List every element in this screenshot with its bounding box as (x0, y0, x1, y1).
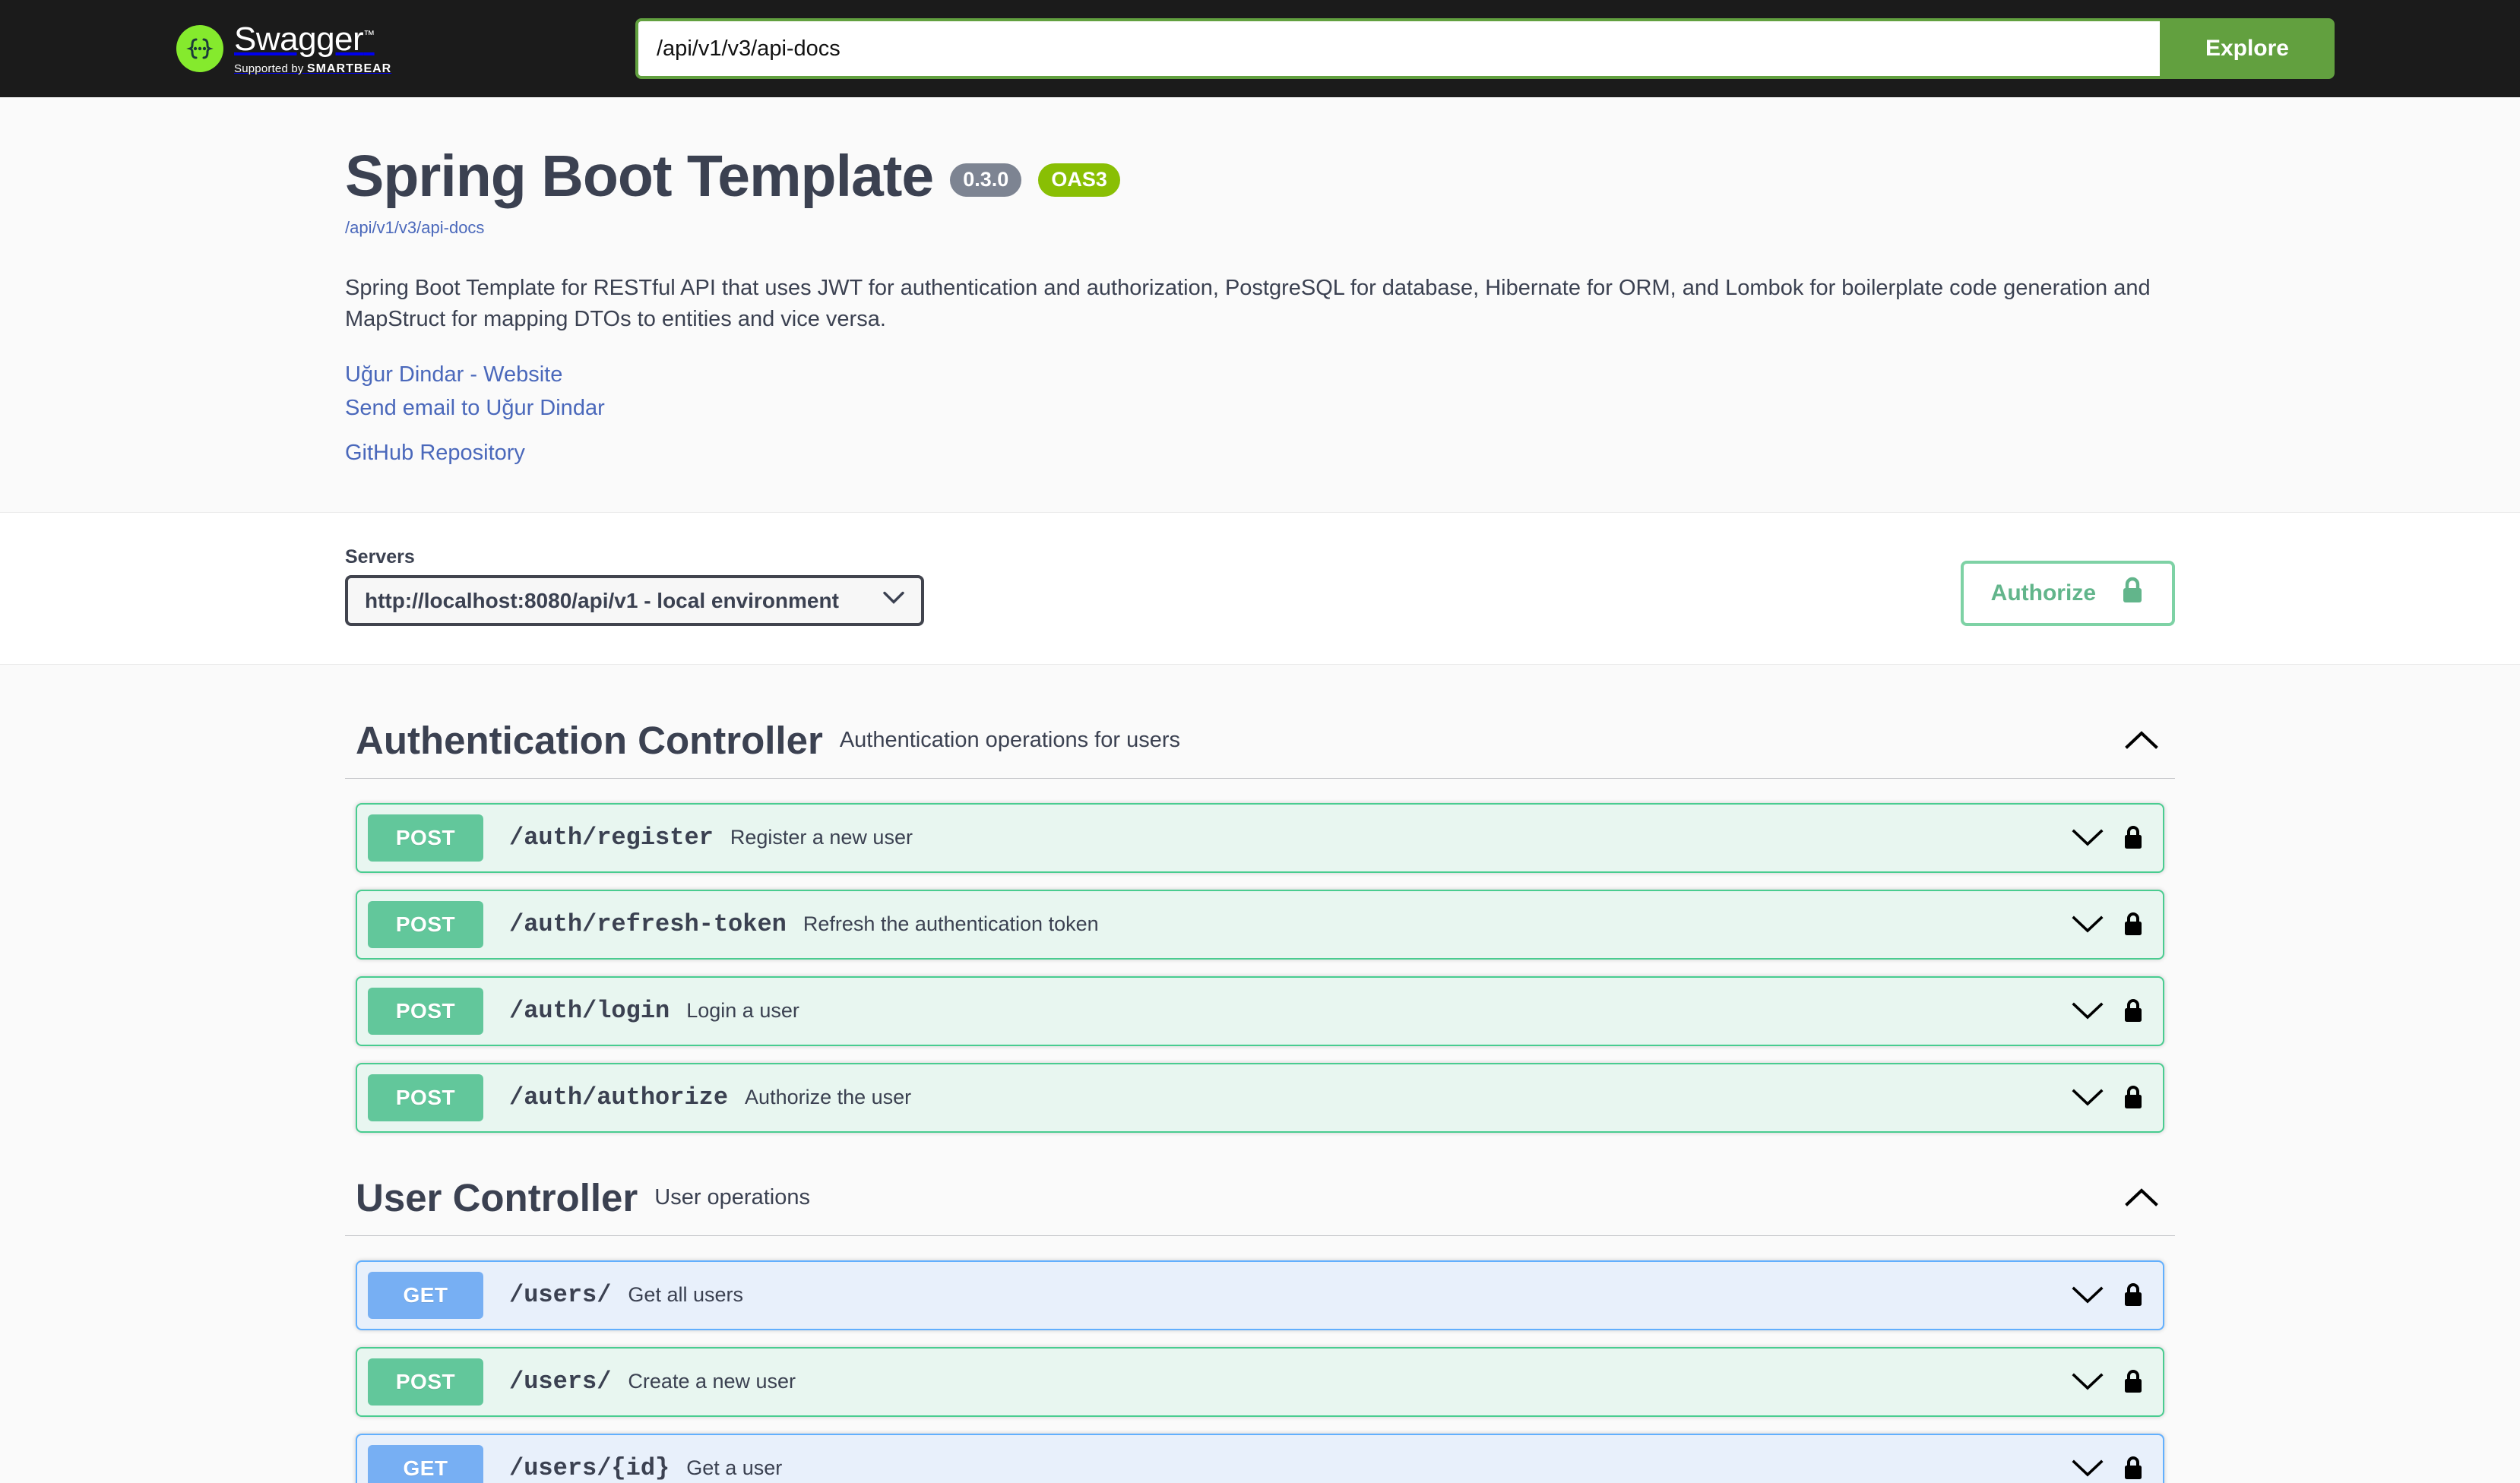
tag-name: User Controller (356, 1175, 638, 1219)
lock-icon (2120, 576, 2145, 611)
smartbear-brand: SMARTBEAR (307, 62, 392, 75)
operation-row[interactable]: GET/users/{id} Get a user (356, 1433, 2164, 1483)
contact-website-link[interactable]: Uğur Dindar - Website (345, 358, 2175, 391)
tag-header[interactable]: Authentication Controller Authentication … (345, 692, 2175, 779)
operation-method-badge: POST (368, 987, 483, 1035)
lock-icon[interactable] (2123, 1369, 2143, 1395)
server-select[interactable]: http://localhost:8080/api/v1 - local env… (345, 574, 924, 626)
operation-row[interactable]: POST/auth/login Login a user (356, 975, 2164, 1046)
chevron-up-icon[interactable] (2119, 730, 2164, 750)
page-title: Spring Boot Template (345, 144, 934, 209)
contact-links: Uğur Dindar - Website Send email to Uğur… (345, 358, 2175, 469)
swagger-logo-link[interactable]: Swagger™ Supported by SMARTBEAR (176, 20, 392, 75)
operation-summary: Login a user (686, 999, 799, 1023)
version-badge: 0.3.0 (950, 163, 1022, 197)
operation-method-badge: POST (368, 1074, 483, 1121)
chevron-up-icon[interactable] (2119, 1187, 2164, 1207)
lock-icon[interactable] (2123, 912, 2143, 938)
operation-path: /users/ (509, 1368, 612, 1396)
operation-path: /auth/refresh-token (509, 910, 787, 939)
chevron-down-icon[interactable] (2072, 1286, 2104, 1304)
tag-header[interactable]: User Controller User operations (345, 1149, 2175, 1236)
operation-row[interactable]: POST/auth/authorize Authorize the user (356, 1062, 2164, 1133)
explore-button[interactable]: Explore (2159, 18, 2335, 79)
contact-email-link[interactable]: Send email to Uğur Dindar (345, 391, 2175, 425)
lock-icon[interactable] (2123, 1282, 2143, 1308)
operation-summary: Create a new user (628, 1370, 796, 1393)
operation-path: /auth/register (509, 824, 714, 852)
lock-icon[interactable] (2123, 825, 2143, 851)
chevron-down-icon[interactable] (2072, 829, 2104, 847)
swagger-logo-icon (176, 25, 223, 72)
lock-icon[interactable] (2123, 1456, 2143, 1481)
operations-area: Authentication Controller Authentication … (0, 665, 2520, 1483)
supported-by-label: Supported by (234, 62, 307, 75)
operation-method-badge: POST (368, 1358, 483, 1406)
servers-label: Servers (345, 545, 415, 568)
api-docs-link[interactable]: /api/v1/v3/api-docs (345, 218, 484, 238)
operation-path: /auth/login (509, 997, 670, 1026)
tag-description: Authentication operations for users (839, 727, 1180, 752)
authorize-button-label: Authorize (1990, 580, 2096, 606)
chevron-down-icon[interactable] (2072, 915, 2104, 934)
operation-summary: Authorize the user (745, 1086, 912, 1109)
operation-row[interactable]: POST/auth/register Register a new user (356, 802, 2164, 873)
operation-method-badge: GET (368, 1271, 483, 1319)
trademark-mark: ™ (363, 27, 375, 41)
servers-group: Servers http://localhost:8080/api/v1 - l… (345, 546, 924, 626)
api-info-panel: Spring Boot Template 0.3.0 OAS3 /api/v1/… (0, 97, 2520, 513)
operation-summary: Register a new user (730, 826, 913, 849)
operation-path: /users/ (509, 1281, 612, 1310)
authorize-button[interactable]: Authorize (1960, 560, 2175, 626)
tag-name: Authentication Controller (356, 718, 823, 762)
tag-sections: Authentication Controller Authentication … (166, 692, 2354, 1483)
lock-icon[interactable] (2123, 998, 2143, 1024)
api-url-input[interactable] (635, 18, 2160, 79)
api-url-form: Explore (635, 18, 2335, 79)
operation-row[interactable]: GET/users/Get all users (356, 1260, 2164, 1330)
swagger-wordmark: Swagger (234, 20, 364, 58)
api-title-row: Spring Boot Template 0.3.0 OAS3 (345, 147, 2175, 206)
chevron-down-icon[interactable] (2072, 1373, 2104, 1391)
chevron-down-icon[interactable] (2072, 1002, 2104, 1020)
operation-path: /users/{id} (509, 1454, 670, 1483)
servers-panel: Servers http://localhost:8080/api/v1 - l… (0, 512, 2520, 665)
operation-summary: Refresh the authentication token (803, 912, 1099, 936)
operation-method-badge: POST (368, 900, 483, 948)
operation-row[interactable]: POST/users/Create a new user (356, 1346, 2164, 1417)
topbar: Swagger™ Supported by SMARTBEAR Explore (0, 0, 2520, 97)
operation-method-badge: GET (368, 1444, 483, 1483)
operation-method-badge: POST (368, 814, 483, 862)
operation-summary: Get all users (628, 1283, 743, 1307)
api-description: Spring Boot Template for RESTful API tha… (345, 276, 2151, 332)
oas-version-badge: OAS3 (1038, 163, 1120, 197)
operation-row[interactable]: POST/auth/refresh-token Refresh the authe… (356, 889, 2164, 960)
lock-icon[interactable] (2123, 1085, 2143, 1111)
tag-description: User operations (654, 1184, 810, 1209)
github-repository-link[interactable]: GitHub Repository (345, 436, 2175, 470)
operation-path: /auth/authorize (509, 1083, 729, 1112)
operation-summary: Get a user (686, 1456, 783, 1480)
chevron-down-icon[interactable] (2072, 1089, 2104, 1107)
chevron-down-icon[interactable] (2072, 1459, 2104, 1478)
